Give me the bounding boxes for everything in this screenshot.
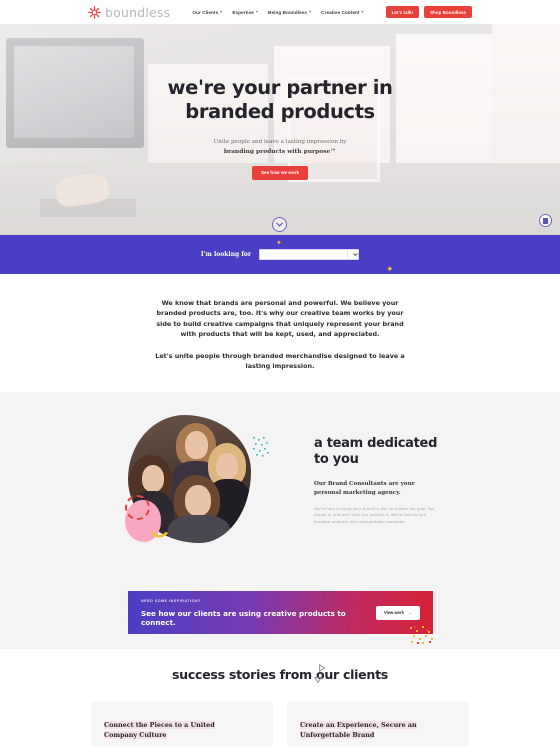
inspiration-banner: NEED SOME INSPIRATION? See how our clien…	[128, 591, 433, 634]
success-stories-section: success stories from our clients Connect…	[0, 649, 560, 747]
arrow-right-icon: →	[407, 610, 412, 615]
chevron-down-icon: ▾	[255, 9, 259, 14]
team-body-text: We're here to bring your brand to life, …	[314, 505, 435, 525]
story-card[interactable]: Create an Experience, Secure an Unforget…	[287, 701, 469, 747]
view-work-label: View work	[383, 610, 404, 615]
looking-for-label: I'm looking for	[200, 251, 252, 258]
story-card-title: Connect the Pieces to a United Company C…	[104, 721, 260, 740]
nav-label: Creative Content	[321, 9, 360, 15]
sparkle-icon: ✦	[276, 240, 282, 247]
story-title-line1: Create an Experience, Secure an	[300, 721, 417, 729]
teal-dots-decoration	[252, 436, 270, 463]
story-card-grid: Connect the Pieces to a United Company C…	[0, 682, 560, 747]
lets-talk-button[interactable]: Let's talk!	[385, 6, 420, 18]
story-title-line2: Unforgettable Brand	[300, 730, 375, 739]
site-header: boundless Our Clients ▾ Expertise ▾ Bein…	[0, 0, 560, 24]
looking-for-select[interactable]: ...	[259, 249, 360, 260]
hero-heading: we're your partner in branded products	[0, 76, 560, 124]
nav-label: Expertise	[232, 9, 254, 15]
floating-widget-button[interactable]	[539, 214, 552, 227]
looking-for-bar: ✦ I'm looking for ... ✦	[0, 235, 560, 274]
intro-paragraph-1: We know that brands are personal and pow…	[156, 299, 404, 339]
hero-content: we're your partner in branded products U…	[0, 24, 560, 180]
hero-heading-line2: branded products	[185, 99, 375, 123]
yellow-squiggle-decoration	[151, 526, 168, 538]
select-arrow-icon	[347, 250, 358, 259]
looking-for-select-value: ...	[265, 252, 268, 257]
story-title-line2: Company Culture	[104, 730, 167, 739]
story-card-title: Create an Experience, Secure an Unforget…	[300, 721, 456, 740]
banner-kicker: NEED SOME INSPIRATION?	[141, 598, 201, 603]
hero-section: we're your partner in branded products U…	[0, 24, 560, 235]
intro-paragraph-2: Let's unite people through branded merch…	[155, 351, 405, 370]
intro-section: We know that brands are personal and pow…	[0, 274, 560, 684]
hero-heading-line1: we're your partner in	[167, 76, 393, 99]
widget-glyph-icon	[543, 217, 548, 224]
main-navigation: Our Clients ▾ Expertise ▾ Being Boundles…	[192, 10, 363, 15]
hero-subtitle-line2: branding products with purpose™	[223, 147, 337, 155]
dashed-circle-decoration	[125, 495, 150, 520]
chevron-down-icon: ▾	[220, 9, 223, 14]
nav-label: Being Boundless	[268, 9, 308, 15]
banner-text-block: NEED SOME INSPIRATION? See how our clien…	[141, 599, 376, 627]
view-work-button[interactable]: View work →	[375, 605, 420, 620]
nav-item-being-boundless[interactable]: Being Boundless ▾	[268, 10, 311, 15]
sparkle-icon-secondary: ✦	[386, 264, 394, 274]
team-copy: a team dedicated to you Our Brand Consul…	[314, 436, 442, 526]
nav-item-expertise[interactable]: Expertise ▾	[232, 10, 258, 15]
nav-label: Our Clients	[192, 9, 219, 15]
banner-headline: See how our clients are using creative p…	[141, 608, 346, 627]
chevron-down-icon: ▾	[361, 9, 364, 14]
see-how-we-work-button[interactable]: See how we work	[251, 165, 309, 180]
team-heading: a team dedicated to you	[314, 436, 438, 467]
triangle-decoration-icon-2	[313, 671, 323, 689]
story-title-line1: Connect the Pieces to a United	[104, 721, 215, 729]
team-section: a team dedicated to you Our Brand Consul…	[0, 392, 560, 591]
nav-item-creative-content[interactable]: Creative Content ▾	[321, 10, 363, 15]
nav-item-our-clients[interactable]: Our Clients ▾	[192, 10, 222, 15]
team-lead-text: Our Brand Consultants are your personal …	[314, 481, 415, 496]
scroll-down-button[interactable]	[272, 217, 287, 232]
story-card[interactable]: Connect the Pieces to a United Company C…	[91, 701, 273, 747]
logo-wordmark: boundless	[105, 4, 171, 20]
confetti-decoration	[408, 625, 434, 650]
chevron-down-icon	[276, 222, 283, 227]
logo[interactable]: boundless	[88, 5, 170, 20]
shop-boundless-button[interactable]: Shop Boundless	[424, 6, 473, 18]
inspiration-banner-wrap: NEED SOME INSPIRATION? See how our clien…	[0, 591, 560, 649]
success-stories-heading: success stories from our clients	[171, 667, 388, 682]
boundless-burst-icon	[88, 5, 101, 19]
hero-subtitle-line1: Unite people and leave a lasting impress…	[213, 138, 347, 145]
chevron-down-icon: ▾	[309, 9, 312, 14]
header-actions: Let's talk! Shop Boundless	[385, 6, 473, 18]
